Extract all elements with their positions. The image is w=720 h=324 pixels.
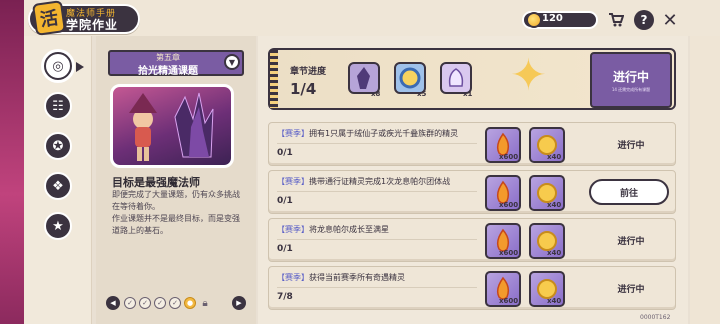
task-status: 进行中 (617, 237, 645, 247)
chapter-status-text: 进行中 (612, 69, 649, 84)
task-status: 进行中 (617, 285, 645, 295)
progress-label: 章节进度 (290, 67, 327, 77)
task-tag: 【赛季】 (277, 273, 309, 282)
task-progress: 0/1 (277, 244, 293, 254)
side-tab-rail: ◎ ☷ ✪ ❖ ★ (24, 36, 92, 324)
prev-chapter-icon[interactable]: ◀ (106, 296, 120, 310)
chapter-headline: 目标是最强魔法师 (112, 176, 200, 189)
go-button[interactable]: 前往 (589, 179, 669, 205)
chapter-dot[interactable]: ✓ (124, 297, 136, 309)
divider (277, 191, 477, 192)
task-row: 【赛季】携带通行证精灵完成1次龙息帕尔团体战 0/1 x600 x40 前往 (268, 170, 676, 214)
tab-badge-icon[interactable]: ✪ (44, 132, 72, 160)
reward-qty: x600 (499, 297, 519, 305)
divider (277, 287, 477, 288)
close-icon[interactable]: ✕ (660, 10, 680, 31)
page-title: 学院作业 (66, 18, 119, 32)
task-description: 【赛季】将龙息帕尔成长至满星 (277, 224, 389, 235)
chapter-description: 即便完成了大量课题，仍有众多挑战在等待着你。 作业课题并不是最终目标，而是变强道… (112, 189, 244, 237)
task-text: 将龙息帕尔成长至满星 (309, 225, 389, 234)
task-description: 【赛季】拥有1只属于绒仙子或疾光千叠族群的精灵 (277, 128, 458, 139)
reward-qty: x600 (499, 201, 519, 209)
next-chapter-icon[interactable]: ▶ (232, 296, 246, 310)
chevron-down-icon[interactable]: ▼ (224, 54, 240, 70)
tab-star-badge-icon[interactable]: ★ (44, 212, 72, 240)
chapter-status-badge: 进行中 14 还需完成所有课题 (590, 52, 672, 108)
tab-scroll-icon[interactable]: ❖ (44, 172, 72, 200)
logo-icon: 活 (31, 0, 67, 36)
chapter-dot[interactable]: ✓ (169, 297, 181, 309)
user-id: 0000T162 (640, 314, 671, 321)
reward-qty: x8 (371, 90, 381, 98)
task-row: 【赛季】获得当前赛季所有奇遇精灵 7/8 x600 x40 进行中 (268, 266, 676, 310)
reward-qty: x5 (417, 90, 427, 98)
divider (277, 239, 477, 240)
chapter-dot[interactable]: ✓ (154, 297, 166, 309)
currency-amount: 120 (542, 13, 563, 24)
divider (277, 143, 477, 144)
shop-cart-icon[interactable] (606, 10, 626, 30)
homework-screen: 活 魔法师手册 学院作业 120 ? ✕ ◎ ☷ ✪ ❖ ★ 第五章 拾光精通课… (0, 0, 720, 324)
task-tag: 【赛季】 (277, 225, 309, 234)
task-description: 【赛季】携带通行证精灵完成1次龙息帕尔团体战 (277, 176, 450, 187)
reward-qty: x40 (547, 153, 562, 161)
chapter-pager: ◀ ✓ ✓ ✓ ✓ ● 🔒︎ ▶ (106, 296, 246, 310)
task-description: 【赛季】获得当前赛季所有奇遇精灵 (277, 272, 405, 283)
task-text: 拥有1只属于绒仙子或疾光千叠族群的精灵 (309, 129, 459, 138)
tab-target-icon[interactable]: ◎ (44, 52, 84, 80)
task-tag: 【赛季】 (277, 177, 309, 186)
task-progress: 7/8 (277, 292, 293, 302)
chapter-illustration (110, 84, 234, 168)
task-row: 【赛季】将龙息帕尔成长至满星 0/1 x600 x40 进行中 (268, 218, 676, 262)
chapter-description-line: 作业课题并不是最终目标，而是变强道路上的基石。 (112, 214, 240, 235)
task-text: 获得当前赛季所有奇遇精灵 (309, 273, 405, 282)
chapter-status-note: 14 还需完成所有课题 (611, 86, 651, 92)
task-status: 进行中 (617, 141, 645, 151)
chapter-dot-current[interactable]: ● (184, 297, 196, 309)
chapter-description-line: 即便完成了大量课题，仍有众多挑战在等待着你。 (112, 190, 240, 211)
reward-qty: x40 (547, 249, 562, 257)
reward-qty: x40 (547, 201, 562, 209)
task-progress: 0/1 (277, 196, 293, 206)
reward-qty: x600 (499, 249, 519, 257)
reward-qty: x40 (547, 297, 562, 305)
chapter-name: 拾光精通课题 (138, 66, 198, 77)
progress-stripe (270, 50, 278, 108)
lock-icon: 🔒︎ (202, 297, 208, 309)
task-row: 【赛季】拥有1只属于绒仙子或疾光千叠族群的精灵 0/1 x600 x40 进行中 (268, 122, 676, 166)
task-tag: 【赛季】 (277, 129, 309, 138)
help-icon[interactable]: ? (634, 10, 654, 30)
reward-qty: x1 (463, 90, 473, 98)
star-decoration-icon: ✦ (510, 50, 547, 101)
tab-ticket-icon[interactable]: ☷ (44, 92, 72, 120)
progress-count: 1/4 (290, 80, 317, 98)
task-text: 携带通行证精灵完成1次龙息帕尔团体战 (309, 177, 451, 186)
task-progress: 0/1 (277, 148, 293, 158)
coin-icon (526, 12, 542, 28)
reward-qty: x600 (499, 153, 519, 161)
left-edge-decoration (0, 0, 24, 324)
chapter-dot[interactable]: ✓ (139, 297, 151, 309)
right-edge-decoration (690, 36, 720, 324)
